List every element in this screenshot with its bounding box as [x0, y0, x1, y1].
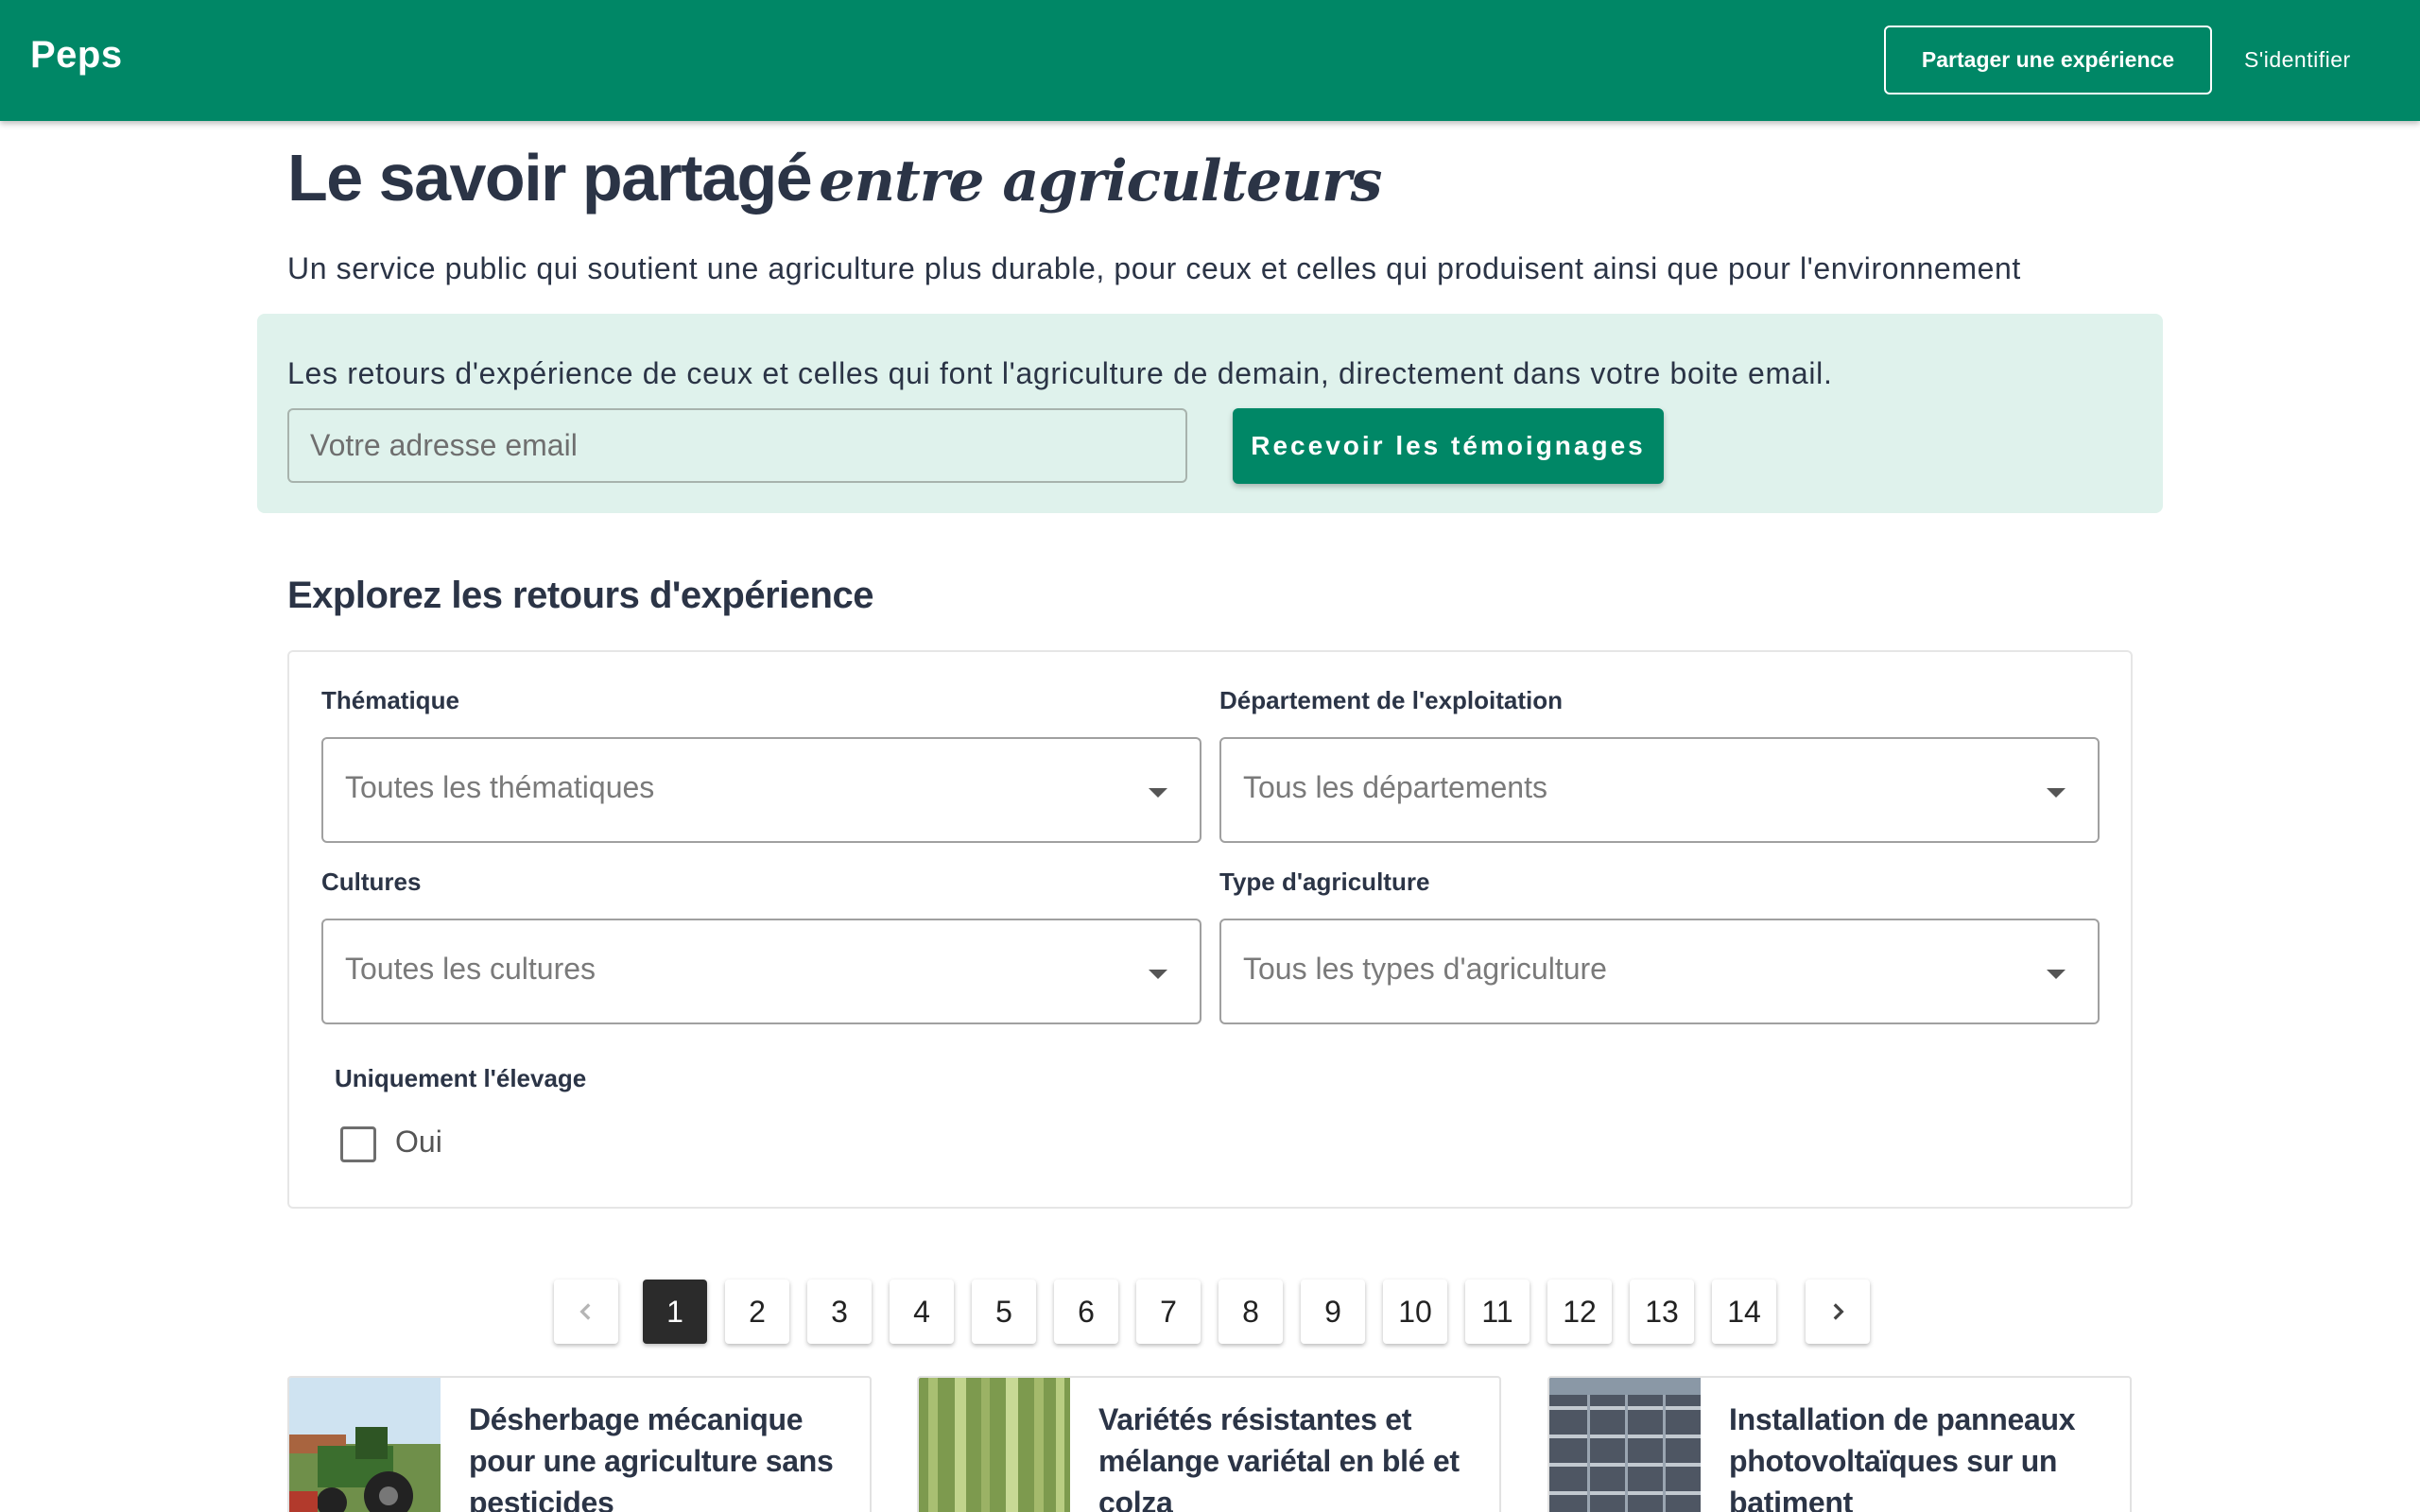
page-button-8[interactable]: 8	[1219, 1280, 1283, 1344]
email-input[interactable]	[287, 408, 1187, 483]
pagination-next-button[interactable]	[1806, 1280, 1870, 1344]
cultures-label: Cultures	[321, 868, 422, 896]
page-button-12[interactable]: 12	[1547, 1280, 1612, 1344]
experience-card[interactable]: Installation de panneaux photovoltaïques…	[1547, 1376, 2132, 1512]
cultures-placeholder: Toutes les cultures	[345, 952, 596, 986]
thematique-label: Thématique	[321, 686, 459, 714]
card-title: Variétés résistantes et mélange variétal…	[1098, 1402, 1460, 1512]
page-button-14[interactable]: 14	[1712, 1280, 1776, 1344]
newsletter-text: Les retours d'expérience de ceux et cell…	[287, 356, 1833, 390]
page-button-4[interactable]: 4	[890, 1280, 954, 1344]
type-agriculture-label: Type d'agriculture	[1219, 868, 1430, 896]
tractor-photo	[289, 1378, 441, 1512]
filters-panel: Thématique Toutes les thématiques Départ…	[287, 650, 2133, 1209]
page-button-6[interactable]: 6	[1054, 1280, 1118, 1344]
card-title: Installation de panneaux photovoltaïques…	[1729, 1402, 2076, 1512]
elevage-label: Uniquement l'élevage	[335, 1064, 587, 1092]
app-header: Peps Partager une expérience S'identifie…	[0, 0, 2420, 121]
page-button-10[interactable]: 10	[1383, 1280, 1447, 1344]
experience-card[interactable]: Désherbage mécanique pour une agricultur…	[287, 1376, 872, 1512]
subscribe-button[interactable]: Recevoir les témoignages	[1233, 408, 1664, 484]
dropdown-arrow-icon	[2047, 970, 2066, 979]
hero-subtitle: Un service public qui soutient une agric…	[287, 251, 2021, 285]
page-button-1[interactable]: 1	[643, 1280, 707, 1344]
brand-logo[interactable]: Peps	[30, 34, 123, 77]
page-button-11[interactable]: 11	[1465, 1280, 1530, 1344]
dropdown-arrow-icon	[2047, 788, 2066, 798]
departement-placeholder: Tous les départements	[1243, 770, 1547, 804]
thematique-placeholder: Toutes les thématiques	[345, 770, 655, 804]
dropdown-arrow-icon	[1149, 970, 1167, 979]
hero-title-script: entre agriculteurs	[819, 148, 1382, 215]
page-button-9[interactable]: 9	[1301, 1280, 1365, 1344]
wheat-photo	[919, 1378, 1070, 1512]
dropdown-arrow-icon	[1149, 788, 1167, 798]
type-agriculture-select[interactable]: Tous les types d'agriculture	[1219, 919, 2100, 1024]
departement-label: Département de l'exploitation	[1219, 686, 1564, 714]
pagination-prev-button[interactable]	[554, 1280, 618, 1344]
page-button-2[interactable]: 2	[725, 1280, 789, 1344]
card-title: Désherbage mécanique pour une agricultur…	[469, 1402, 834, 1512]
elevage-option-label[interactable]: Oui	[395, 1125, 442, 1160]
hero-title: Le savoir partagé entre agriculteurs	[287, 140, 1382, 215]
share-experience-button[interactable]: Partager une expérience	[1884, 26, 2212, 94]
elevage-checkbox[interactable]	[340, 1126, 376, 1162]
type-agriculture-placeholder: Tous les types d'agriculture	[1243, 952, 1607, 986]
login-link[interactable]: S'identifier	[2244, 47, 2351, 73]
experience-card[interactable]: Variétés résistantes et mélange variétal…	[917, 1376, 1501, 1512]
solar-panels-photo	[1549, 1378, 1701, 1512]
page-button-3[interactable]: 3	[807, 1280, 872, 1344]
newsletter-banner: Les retours d'expérience de ceux et cell…	[257, 314, 2163, 513]
explore-title: Explorez les retours d'expérience	[287, 575, 873, 616]
page-button-5[interactable]: 5	[972, 1280, 1036, 1344]
page-button-13[interactable]: 13	[1630, 1280, 1694, 1344]
chevron-left-icon	[579, 1303, 591, 1320]
thematique-select[interactable]: Toutes les thématiques	[321, 737, 1201, 843]
page-button-7[interactable]: 7	[1136, 1280, 1201, 1344]
departement-select[interactable]: Tous les départements	[1219, 737, 2100, 843]
chevron-right-icon	[1833, 1303, 1844, 1320]
hero-title-main: Le savoir partagé	[287, 141, 813, 215]
cultures-select[interactable]: Toutes les cultures	[321, 919, 1201, 1024]
